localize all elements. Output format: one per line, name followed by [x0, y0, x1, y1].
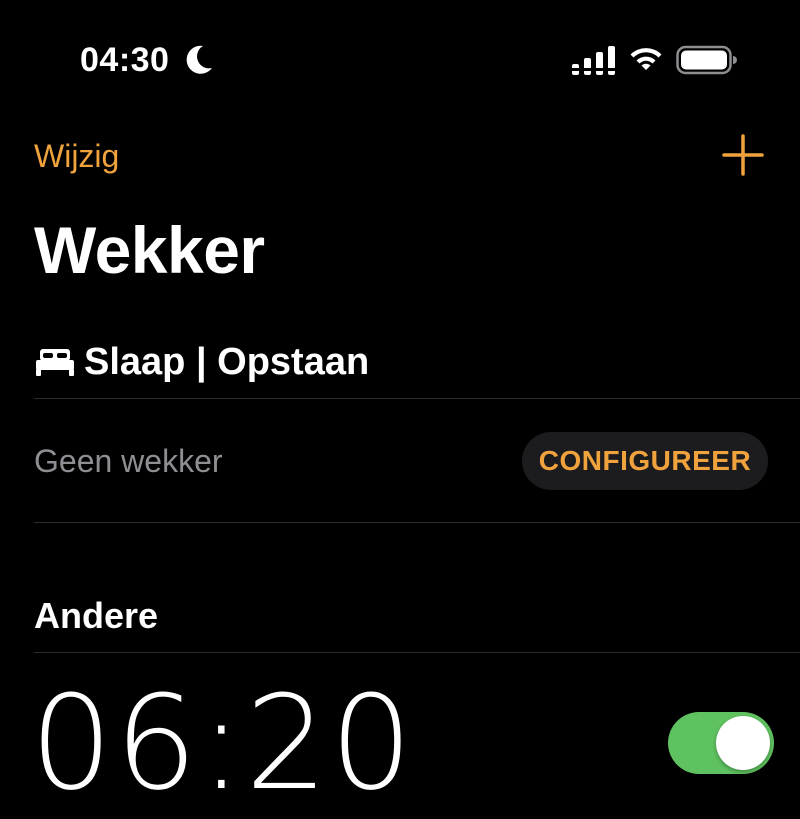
sleep-wake-section-header: Slaap | Opstaan: [34, 338, 369, 386]
bed-icon: [36, 349, 74, 376]
plus-icon[interactable]: [720, 132, 766, 178]
other-alarms-header: Andere: [34, 595, 159, 636]
cellular-signal-icon: [572, 46, 616, 75]
divider: [34, 652, 800, 653]
status-bar: 04:30: [0, 0, 800, 120]
battery-icon: [676, 45, 737, 75]
divider: [34, 398, 800, 399]
sleep-wake-title: Slaap | Opstaan: [84, 341, 370, 383]
edit-button[interactable]: Wijzig: [34, 136, 119, 176]
alarm-toggle[interactable]: [668, 712, 774, 774]
configure-button[interactable]: CONFIGUREER: [522, 432, 768, 490]
page-title: Wekker: [34, 213, 265, 287]
status-time: 04:30: [80, 41, 170, 79]
no-alarm-label: Geen wekker: [34, 443, 223, 479]
moon-icon: [186, 45, 212, 74]
toggle-knob: [716, 716, 770, 770]
wifi-icon: [630, 48, 662, 70]
alarm-time[interactable]: 06:20: [30, 668, 415, 818]
divider: [34, 522, 800, 523]
